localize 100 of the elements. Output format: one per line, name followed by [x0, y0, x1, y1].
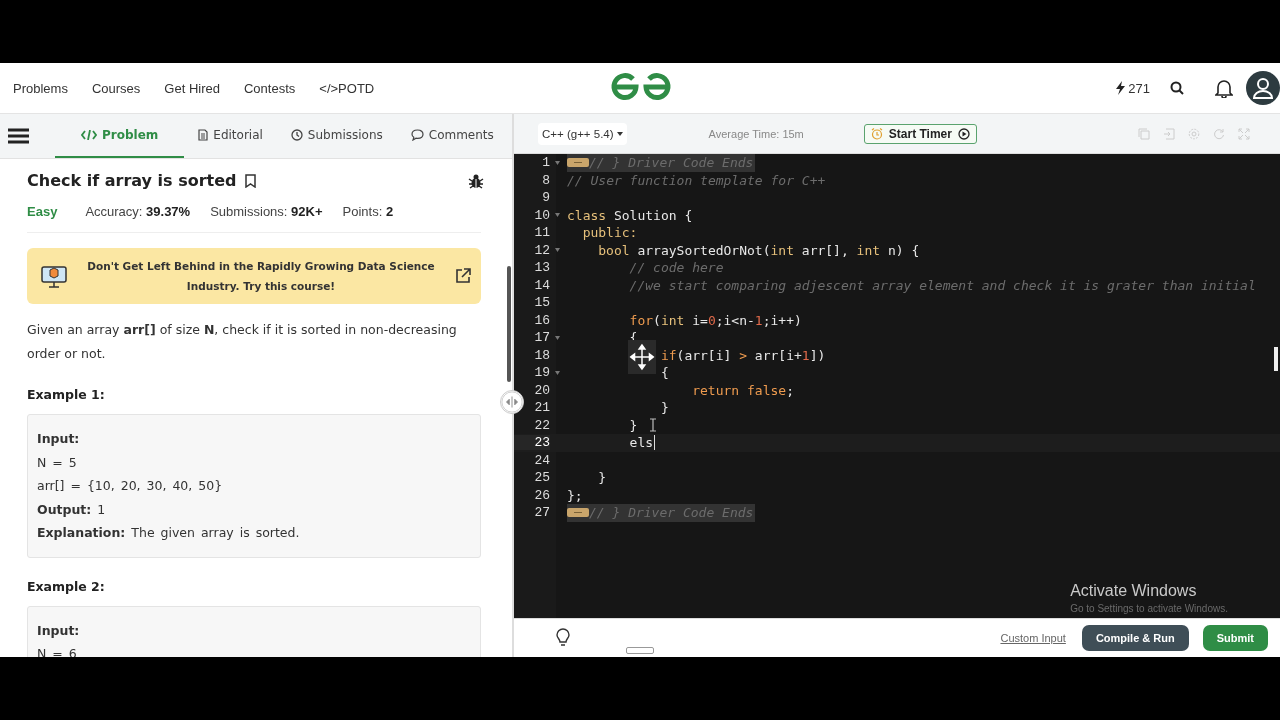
- course-banner[interactable]: Don't Get Left Behind in the Rapidly Growing Data Science Industry. Try this course!: [27, 248, 481, 304]
- line-number: 14: [533, 277, 550, 293]
- banner-text: Don't Get Left Behind in the Rapidly Growing Data Science Industry. Try this course!: [86, 259, 436, 294]
- bookmark-icon[interactable]: [244, 173, 256, 188]
- fold-marker-icon[interactable]: [567, 508, 589, 518]
- menu-icon[interactable]: [8, 128, 29, 144]
- lightning-icon: [1116, 81, 1126, 95]
- example-line: Input:: [37, 621, 81, 640]
- code-line: }: [598, 469, 607, 487]
- fold-arrow-icon[interactable]: [555, 370, 560, 375]
- external-link-icon[interactable]: [455, 268, 471, 284]
- fold-arrow-icon[interactable]: [555, 160, 560, 165]
- example-line: Output: 1: [37, 500, 107, 519]
- code-line: //we start comparing adjescent array element and check it is grater than initial: [629, 276, 1256, 294]
- code-line: return false;: [692, 381, 794, 399]
- stat-text: Submissions: 92K+: [210, 204, 323, 219]
- line-number: 8: [541, 172, 550, 188]
- code-line: // User function template for C++: [567, 171, 826, 189]
- fold-arrow-icon[interactable]: [555, 248, 560, 253]
- line-number: 25: [533, 470, 550, 486]
- code-line: if(arr[i] > arr[i+1]): [660, 346, 826, 364]
- split-handle-icon[interactable]: [500, 390, 524, 414]
- code-line: els: [629, 434, 656, 452]
- line-number: 19: [533, 365, 550, 381]
- code-line: public:: [582, 224, 638, 242]
- alarm-clock-icon: [870, 127, 883, 140]
- line-number: 16: [533, 312, 550, 328]
- tab[interactable]: Editorial: [184, 114, 277, 158]
- language-dropdown[interactable]: C++ (g++ 5.4): [538, 122, 627, 145]
- difficulty-label: Easy: [27, 204, 58, 219]
- line-number: 24: [533, 452, 550, 468]
- fold-arrow-icon[interactable]: [555, 335, 560, 340]
- example-heading: Example 1:: [27, 387, 106, 402]
- example-heading: Example 2:: [27, 578, 106, 594]
- fold-marker-icon[interactable]: [567, 158, 589, 168]
- code-line: {: [660, 364, 669, 382]
- line-number: 12: [533, 242, 550, 258]
- lightbulb-icon[interactable]: [554, 628, 572, 648]
- nav-link[interactable]: Contests: [244, 80, 296, 96]
- line-number: 10: [533, 207, 550, 223]
- code-line: }: [660, 399, 669, 417]
- tab[interactable]: Comments: [396, 114, 498, 158]
- average-time-text: Average Time: 15m: [708, 127, 804, 140]
- nav-link[interactable]: Problems: [13, 80, 68, 96]
- scrollbar[interactable]: [1274, 347, 1278, 371]
- example-line: Explanation: The given array is sorted.: [37, 524, 301, 542]
- resize-handle[interactable]: [626, 647, 654, 654]
- line-number: 15: [533, 295, 550, 311]
- line-number: 27: [533, 505, 550, 521]
- code-line: }: [629, 416, 638, 434]
- code-line: for(int i=0;i<n-1;i++): [629, 311, 802, 329]
- nav-link[interactable]: </>POTD: [319, 80, 375, 96]
- stat-text: Points: 2: [342, 204, 394, 219]
- move-cursor-icon: [628, 340, 656, 374]
- computer-box-icon: [41, 264, 67, 288]
- line-number: 18: [533, 347, 550, 363]
- nav-link[interactable]: Get Hired: [164, 80, 220, 96]
- example-line: arr[] = {10, 20, 30, 40, 50}: [37, 477, 224, 495]
- play-icon: [957, 127, 970, 140]
- line-number: 21: [533, 400, 550, 416]
- problem-description: Given an array arr[] of size N, check if it is sorted in non-decreasing order or not.: [27, 321, 458, 363]
- tab[interactable]: Problem: [55, 114, 185, 158]
- activation-subtitle: Go to Settings to activate Windows.: [1070, 603, 1228, 614]
- caret-icon: [616, 131, 623, 136]
- code-line: bool arraySortedOrNot(int arr[], int n) {: [598, 241, 920, 259]
- bell-icon[interactable]: [1215, 78, 1233, 98]
- fold-arrow-icon[interactable]: [555, 213, 560, 218]
- text-cursor-icon: [650, 418, 656, 432]
- document-icon: [198, 129, 209, 141]
- line-number: 1: [541, 155, 550, 171]
- bug-icon[interactable]: [468, 172, 484, 189]
- speech-bubble-icon: [410, 129, 424, 141]
- line-number: 11: [533, 225, 550, 241]
- clock-icon: [290, 129, 303, 141]
- code-icon: [81, 130, 97, 140]
- tab[interactable]: Submissions: [276, 114, 397, 158]
- line-number: 22: [533, 417, 550, 433]
- line-number: 13: [533, 260, 550, 276]
- code-line: // code here: [629, 259, 724, 277]
- stat-text: Accuracy: 39.37%: [85, 204, 191, 219]
- code-line: class Solution {: [567, 206, 693, 224]
- line-number: 23: [514, 435, 550, 451]
- avatar-icon[interactable]: [1245, 70, 1280, 106]
- example-line: Input:: [37, 430, 81, 448]
- start-timer-button[interactable]: Start Timer: [863, 123, 977, 144]
- problem-title: Check if array is sorted: [27, 171, 237, 190]
- submit-button[interactable]: Submit: [1202, 625, 1268, 651]
- line-number: 17: [533, 330, 550, 346]
- line-number: 26: [533, 487, 550, 503]
- search-icon[interactable]: [1170, 81, 1184, 95]
- example-line: N = 5: [37, 453, 78, 472]
- line-number: 20: [533, 382, 550, 398]
- activation-title: Activate Windows: [1070, 582, 1198, 600]
- custom-input-link[interactable]: Custom Input: [1000, 632, 1066, 644]
- streak-count: 271: [1128, 80, 1150, 96]
- logo-icon[interactable]: [610, 71, 672, 103]
- scrollbar[interactable]: [507, 266, 511, 382]
- nav-link[interactable]: Courses: [91, 80, 141, 96]
- compile-run-button[interactable]: Compile & Run: [1081, 625, 1189, 651]
- line-number: 9: [541, 190, 550, 206]
